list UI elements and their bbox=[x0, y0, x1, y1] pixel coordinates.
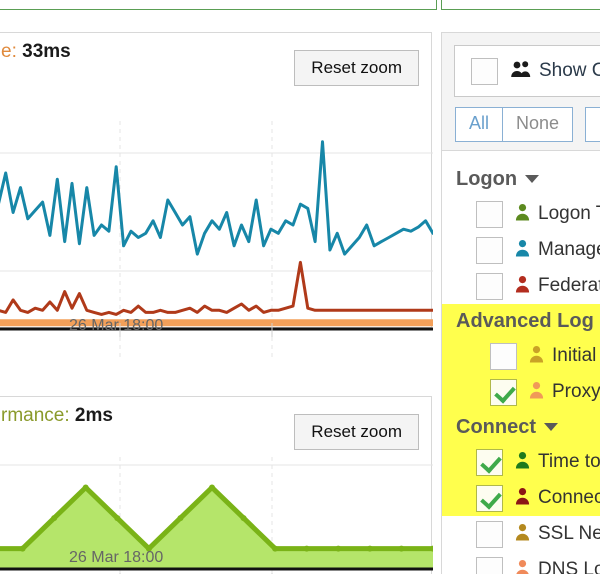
series-list-item[interactable]: Initial P bbox=[442, 338, 600, 374]
person-icon bbox=[515, 203, 530, 226]
series-list-item[interactable]: Proxy C bbox=[442, 374, 600, 410]
series-list-item[interactable]: Managed bbox=[442, 232, 600, 268]
series-checkbox[interactable] bbox=[476, 484, 503, 512]
chart-plot-performance[interactable] bbox=[0, 457, 433, 574]
top-panel-left-edge bbox=[0, 0, 437, 10]
chart-data-point bbox=[272, 545, 279, 552]
series-group-label: Advanced Log bbox=[456, 309, 594, 332]
series-list-item[interactable]: Logon Ti bbox=[442, 196, 600, 232]
series-label: Managed bbox=[538, 239, 600, 260]
chart-svg-performance bbox=[0, 457, 433, 574]
series-label: Connect bbox=[538, 487, 600, 508]
chart-data-point bbox=[114, 515, 121, 522]
show-crossfilter-label: Show Cro bbox=[539, 60, 600, 81]
series-group-label: Connect bbox=[456, 415, 536, 438]
chart-xaxis-ticks-latency bbox=[119, 323, 273, 337]
app-root: e: 33ms Reset zoom 26 Mar 18:00 rmance: … bbox=[0, 0, 600, 574]
series-checkbox[interactable] bbox=[490, 342, 517, 370]
series-list-item[interactable]: Connect bbox=[442, 480, 600, 516]
chart-data-point bbox=[398, 545, 405, 552]
xaxis-tick-label-latency: 26 Mar 18:00 bbox=[69, 317, 164, 334]
series-label: Initial P bbox=[552, 345, 600, 366]
chart-title-separator: : bbox=[64, 405, 75, 426]
series-label: Time to F bbox=[538, 451, 600, 472]
chart-data-point bbox=[19, 545, 26, 552]
xaxis-tick-label-performance: 26 Mar 18:00 bbox=[69, 549, 164, 566]
series-list-item[interactable]: DNS Loo bbox=[442, 552, 600, 574]
chart-series-teal-series bbox=[0, 140, 433, 256]
series-label: Proxy C bbox=[552, 381, 600, 402]
series-list-item[interactable]: Time to F bbox=[442, 444, 600, 480]
chart-data-point bbox=[177, 515, 184, 522]
person-icon bbox=[515, 451, 530, 474]
select-all-button[interactable]: All bbox=[455, 107, 503, 142]
chart-series-dark-red-series bbox=[0, 260, 433, 316]
chart-data-point bbox=[82, 484, 89, 491]
chart-data-point bbox=[303, 545, 310, 552]
person-icon bbox=[529, 381, 544, 404]
series-label: DNS Loo bbox=[538, 559, 600, 574]
show-crossfilter-checkbox[interactable] bbox=[471, 57, 498, 85]
series-group-header[interactable]: Connect bbox=[442, 410, 600, 444]
caret-down-icon[interactable] bbox=[544, 423, 558, 431]
series-label: SSL Neg bbox=[538, 523, 600, 544]
chart-plot-latency[interactable] bbox=[0, 121, 433, 361]
all-none-button-group: All None bbox=[455, 107, 574, 142]
series-checkbox[interactable] bbox=[476, 448, 503, 476]
series-checkbox[interactable] bbox=[490, 378, 517, 406]
series-group-header[interactable]: Advanced Log bbox=[442, 304, 600, 338]
chart-title-metric: e bbox=[1, 41, 12, 62]
series-list-item[interactable]: Federate bbox=[442, 268, 600, 304]
collapse-all-button[interactable] bbox=[585, 107, 600, 142]
chart-title-performance: rmance: 2ms bbox=[1, 405, 113, 427]
person-icon bbox=[515, 559, 530, 574]
show-crossfilter-row[interactable]: Show Cro bbox=[454, 45, 600, 97]
reset-zoom-button-performance[interactable]: Reset zoom bbox=[294, 414, 419, 450]
chart-title-separator: : bbox=[11, 41, 23, 62]
series-checkbox[interactable] bbox=[476, 556, 503, 574]
series-group-label: Logon bbox=[456, 167, 518, 190]
series-group-header[interactable]: Logon bbox=[442, 162, 600, 196]
chart-title-value: 33ms bbox=[22, 41, 71, 62]
person-icon bbox=[515, 523, 530, 546]
chart-series-green-area-fill bbox=[0, 487, 433, 569]
chart-data-point bbox=[366, 545, 373, 552]
chart-title-metric: rmance bbox=[1, 405, 65, 426]
two-person-icon bbox=[510, 60, 532, 83]
chart-card-latency: e: 33ms Reset zoom 26 Mar 18:00 bbox=[0, 32, 433, 361]
series-checkbox[interactable] bbox=[476, 520, 503, 548]
top-panel-right-edge bbox=[441, 0, 600, 10]
series-list: Logon Logon Ti Managed Federate Advanced Log… bbox=[442, 152, 600, 574]
select-none-button[interactable]: None bbox=[502, 107, 574, 142]
chart-data-point bbox=[240, 515, 247, 522]
chart-title-latency: e: 33ms bbox=[1, 41, 71, 63]
chart-title-value: 2ms bbox=[74, 405, 113, 426]
select-buttons-row: All None bbox=[455, 107, 600, 142]
series-selector-panel: Show Cro All None Logon Logon Ti Managed Fe… bbox=[441, 32, 600, 574]
series-label: Federate bbox=[538, 275, 600, 296]
person-icon bbox=[515, 275, 530, 298]
series-checkbox[interactable] bbox=[476, 200, 503, 228]
series-checkbox[interactable] bbox=[476, 272, 503, 300]
chart-data-point bbox=[209, 484, 215, 491]
person-icon bbox=[515, 239, 530, 262]
person-icon bbox=[529, 345, 544, 368]
caret-down-icon[interactable] bbox=[525, 175, 540, 183]
series-list-item[interactable]: SSL Neg bbox=[442, 516, 600, 552]
chart-data-point bbox=[51, 515, 58, 522]
series-checkbox[interactable] bbox=[476, 236, 503, 264]
chart-data-point bbox=[335, 545, 342, 552]
chart-card-performance: rmance: 2ms Reset zoom 26 Mar 18:00 bbox=[0, 396, 433, 574]
person-icon bbox=[515, 487, 530, 510]
reset-zoom-button-latency[interactable]: Reset zoom bbox=[294, 50, 419, 86]
series-label: Logon Ti bbox=[538, 203, 600, 224]
series-selector-header: Show Cro All None bbox=[442, 33, 600, 151]
